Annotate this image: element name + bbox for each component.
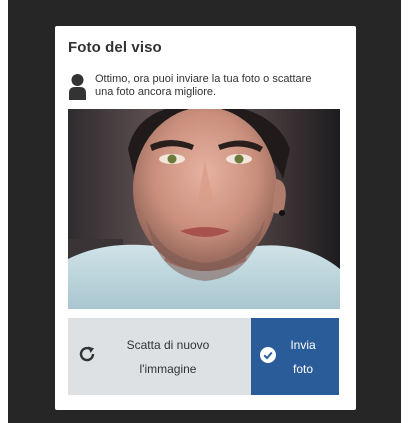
check-circle-icon (260, 347, 276, 363)
send-photo-button[interactable]: Invia foto (251, 318, 339, 395)
retake-photo-label: Scatta di nuovo l'immagine (113, 318, 223, 395)
message-line-2: una foto ancora migliore. (95, 86, 217, 98)
send-label-line-2: foto (292, 361, 313, 376)
face-photo-dialog: Foto del viso Ottimo, ora puoi inviare l… (55, 26, 356, 410)
send-label-line-1: Invia (290, 337, 316, 352)
send-photo-label: Invia foto (282, 318, 324, 395)
refresh-icon (79, 346, 95, 362)
user-icon (69, 74, 86, 100)
retake-label-line-1: Scatta di nuovo (126, 337, 210, 352)
retake-label-line-2: l'immagine (139, 361, 197, 376)
face-photo (68, 109, 340, 309)
message-line-1: Ottimo, ora puoi inviare la tua foto o s… (95, 73, 312, 85)
dialog-title: Foto del viso (68, 39, 162, 56)
retake-photo-button[interactable]: Scatta di nuovo l'immagine (68, 318, 251, 395)
message-row: Ottimo, ora puoi inviare la tua foto o s… (68, 73, 348, 103)
message-text: Ottimo, ora puoi inviare la tua foto o s… (95, 73, 345, 99)
